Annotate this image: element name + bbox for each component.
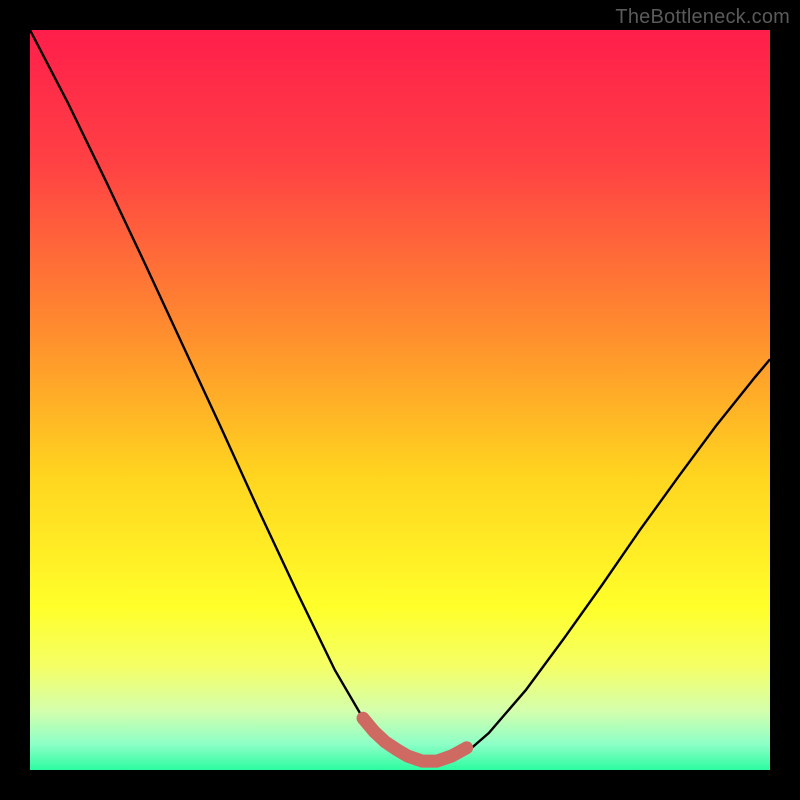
plot-background — [30, 30, 770, 770]
watermark-text: TheBottleneck.com — [615, 6, 790, 29]
chart-frame: TheBottleneck.com — [0, 0, 800, 800]
chart-svg — [0, 0, 800, 800]
